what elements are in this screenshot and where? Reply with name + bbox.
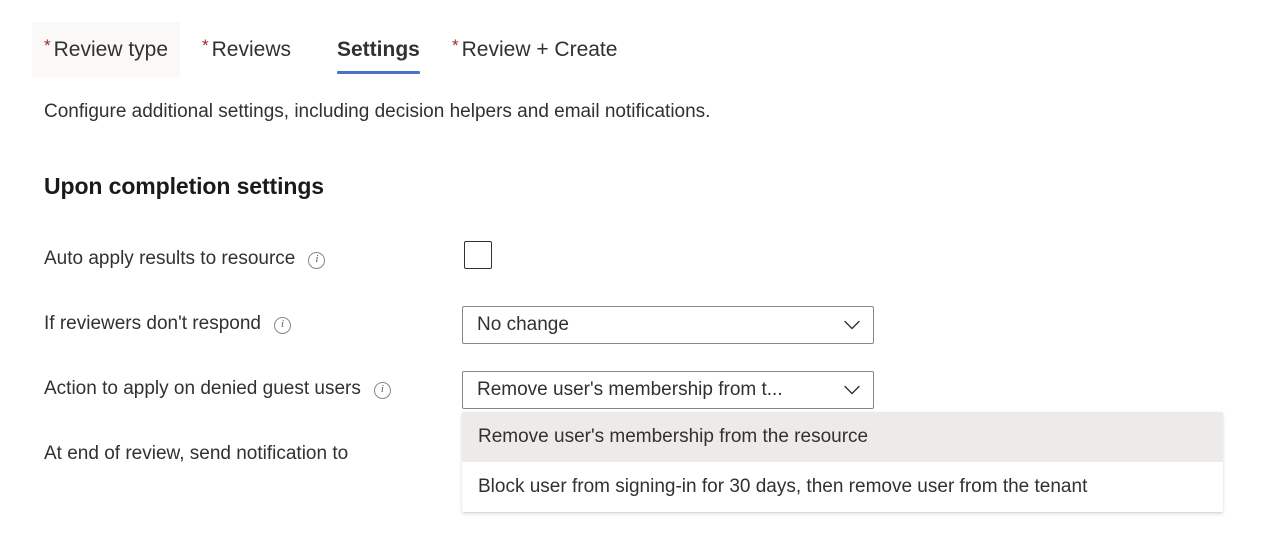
dropdown-option-block-user[interactable]: Block user from signing-in for 30 days, …: [462, 462, 1223, 512]
info-icon[interactable]: i: [273, 316, 291, 334]
info-icon[interactable]: i: [308, 251, 326, 269]
field-label-text: Action to apply on denied guest users: [44, 378, 361, 399]
field-label-text: At end of review, send notification to: [44, 443, 349, 464]
active-tab-underline: [337, 71, 420, 74]
action-denied-guest-users-select[interactable]: Remove user's membership from t...: [462, 371, 874, 409]
action-denied-guest-users-dropdown-panel: Remove user's membership from the resour…: [462, 412, 1223, 512]
tab-label: Review type: [53, 37, 169, 61]
page-description: Configure additional settings, including…: [44, 101, 711, 122]
tab-label: Settings: [337, 37, 420, 61]
label-action-denied-guest-users: Action to apply on denied guest users i: [44, 378, 391, 400]
required-asterisk: *: [44, 36, 51, 55]
label-if-reviewers-dont-respond: If reviewers don't respond i: [44, 313, 291, 335]
dropdown-option-label: Block user from signing-in for 30 days, …: [478, 476, 1088, 497]
section-heading-upon-completion: Upon completion settings: [44, 173, 324, 199]
wizard-tab-bar: * Review type * Reviews Settings * Revie…: [0, 0, 1282, 82]
label-end-of-review-notification: At end of review, send notification to: [44, 443, 348, 465]
if-reviewers-dont-respond-select[interactable]: No change: [462, 306, 874, 344]
dropdown-option-remove-membership[interactable]: Remove user's membership from the resour…: [462, 412, 1223, 462]
label-auto-apply-results: Auto apply results to resource i: [44, 248, 326, 270]
tab-label: Review + Create: [461, 37, 618, 61]
select-value: No change: [477, 314, 569, 335]
tab-review-type[interactable]: * Review type: [32, 22, 181, 77]
chevron-down-icon: [841, 314, 863, 336]
field-label-text: Auto apply results to resource: [44, 248, 296, 269]
dropdown-option-label: Remove user's membership from the resour…: [478, 426, 869, 447]
required-asterisk: *: [452, 36, 459, 55]
required-asterisk: *: [202, 36, 209, 55]
field-label-text: If reviewers don't respond: [44, 313, 261, 334]
info-icon[interactable]: i: [373, 381, 391, 399]
select-value: Remove user's membership from t...: [477, 379, 783, 400]
chevron-down-icon: [841, 379, 863, 401]
auto-apply-results-checkbox[interactable]: [464, 241, 492, 269]
tab-settings[interactable]: Settings: [325, 22, 432, 77]
tab-reviews[interactable]: * Reviews: [190, 22, 303, 77]
tab-review-create[interactable]: * Review + Create: [440, 22, 629, 77]
tab-label: Reviews: [211, 37, 291, 61]
